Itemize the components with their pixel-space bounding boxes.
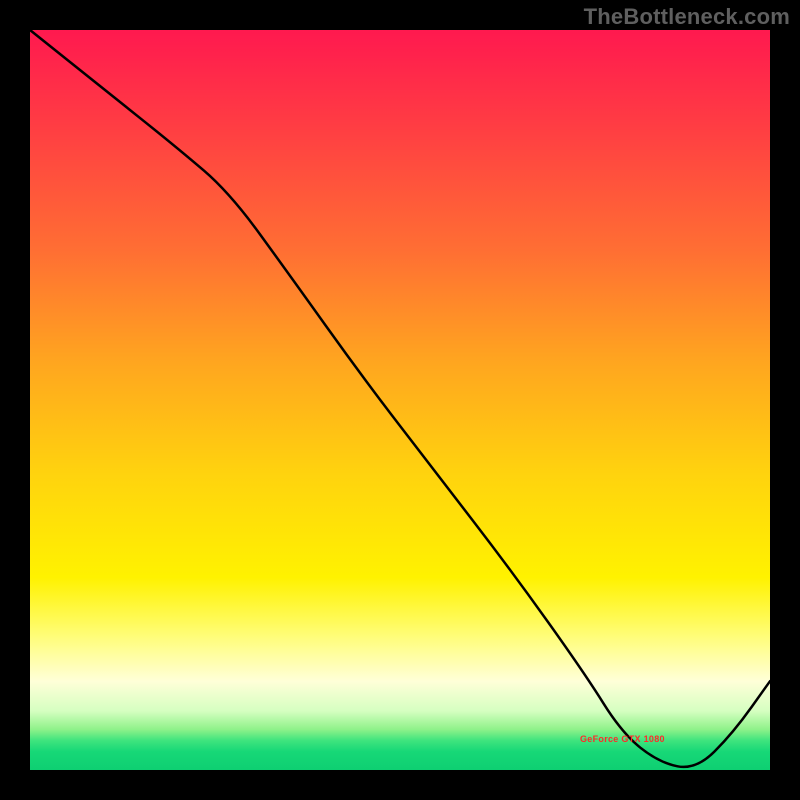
frame-border [0, 0, 30, 800]
gpu-annotation: GeForce GTX 1080 [580, 734, 665, 744]
frame-border [770, 0, 800, 800]
bottleneck-curve [30, 30, 770, 770]
chart-frame: GeForce GTX 1080 TheBottleneck.com [0, 0, 800, 800]
watermark-text: TheBottleneck.com [584, 4, 790, 30]
frame-border [0, 770, 800, 800]
